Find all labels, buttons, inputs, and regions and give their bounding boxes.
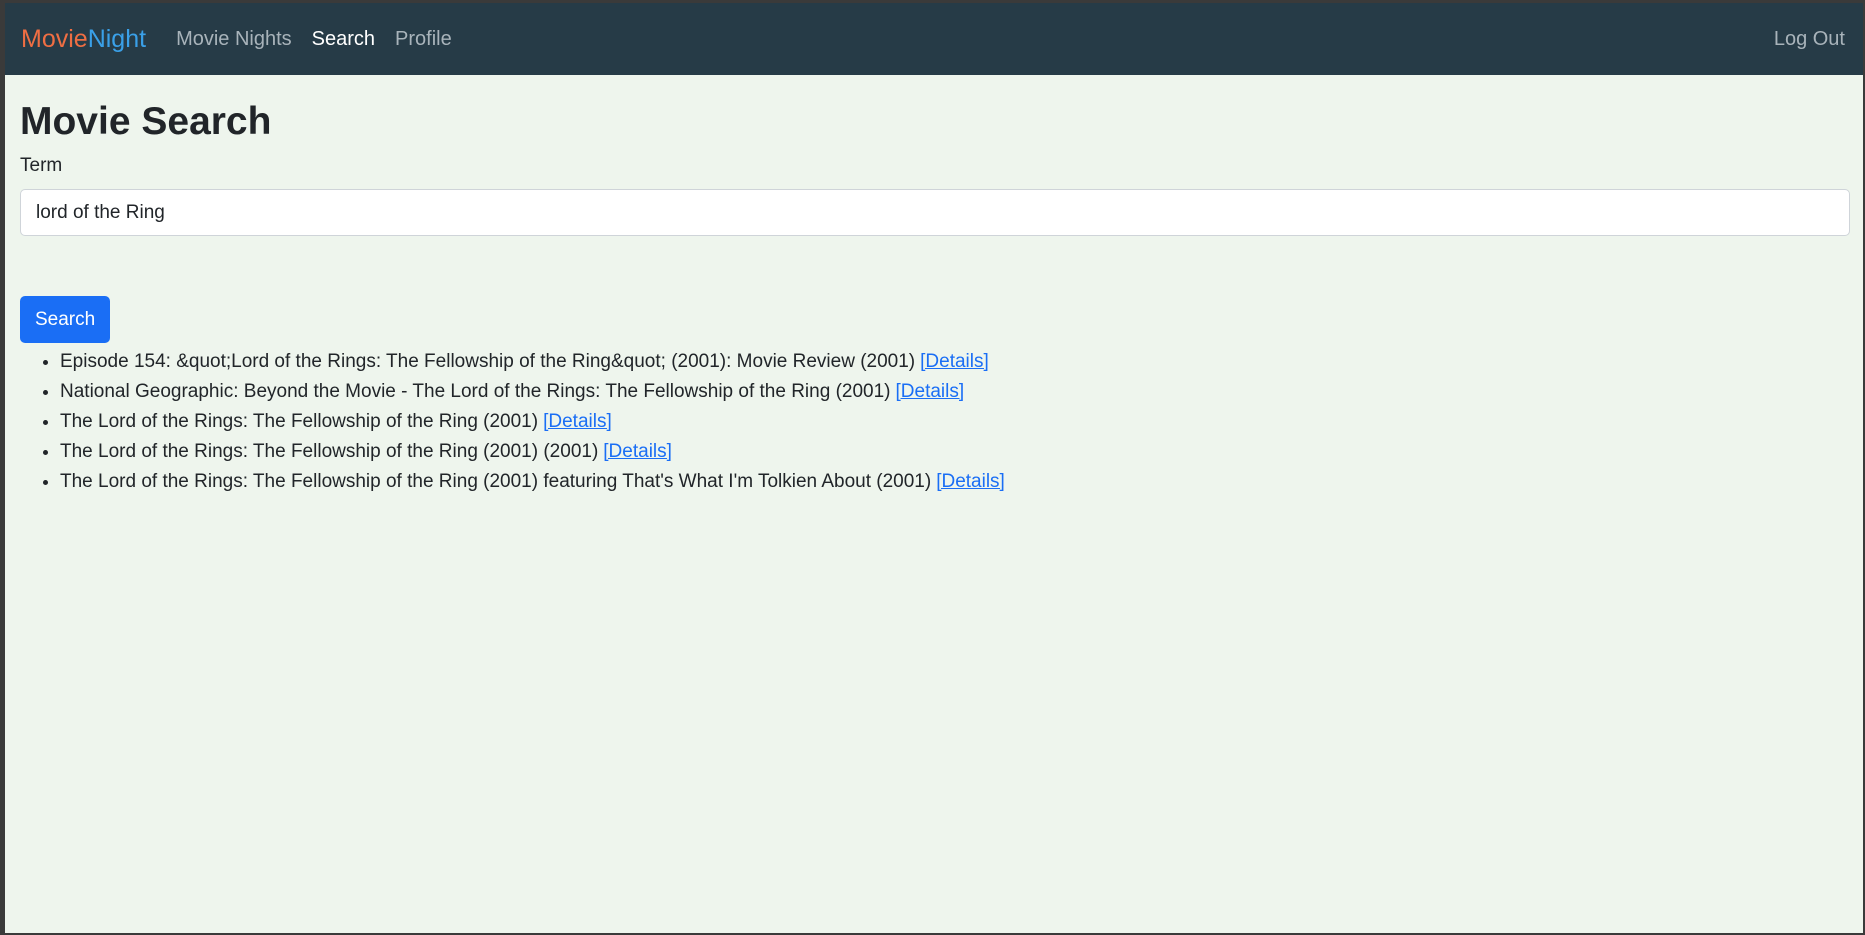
details-link[interactable]: [Details] [920,351,989,372]
app-window: Movie Night Movie Nights Search Profile L… [5,3,1863,933]
nav-link-profile[interactable]: Profile [395,28,452,51]
search-button[interactable]: Search [20,296,111,343]
main-content: Movie Search Term Search Episode 154: &q… [5,99,1863,497]
details-link[interactable]: [Details] [896,381,965,402]
nav-link-search[interactable]: Search [312,28,375,51]
list-item: The Lord of the Rings: The Fellowship of… [60,407,1848,437]
list-item: National Geographic: Beyond the Movie - … [60,377,1848,407]
top-navbar: Movie Night Movie Nights Search Profile L… [5,3,1863,75]
brand-logo[interactable]: Movie Night [21,25,146,54]
list-item: The Lord of the Rings: The Fellowship of… [60,437,1848,467]
results-list: Episode 154: &quot;Lord of the Rings: Th… [20,347,1848,497]
nav-link-movie-nights[interactable]: Movie Nights [176,28,292,51]
result-title: The Lord of the Rings: The Fellowship of… [60,411,539,432]
page-title: Movie Search [20,100,272,143]
logout-link[interactable]: Log Out [1774,28,1845,51]
brand-part-movie: Movie [21,24,88,53]
list-item: The Lord of the Rings: The Fellowship of… [60,467,1848,497]
result-title: Episode 154: &quot;Lord of the Rings: Th… [60,351,916,372]
result-title: National Geographic: Beyond the Movie - … [60,381,891,402]
brand-part-night: Night [87,24,147,53]
term-input[interactable] [20,189,1850,236]
result-title: The Lord of the Rings: The Fellowship of… [60,471,932,492]
term-label: Term [20,155,63,176]
list-item: Episode 154: &quot;Lord of the Rings: Th… [60,347,1848,377]
details-link[interactable]: [Details] [936,471,1005,492]
details-link[interactable]: [Details] [543,411,612,432]
result-title: The Lord of the Rings: The Fellowship of… [60,441,599,462]
details-link[interactable]: [Details] [603,441,672,462]
